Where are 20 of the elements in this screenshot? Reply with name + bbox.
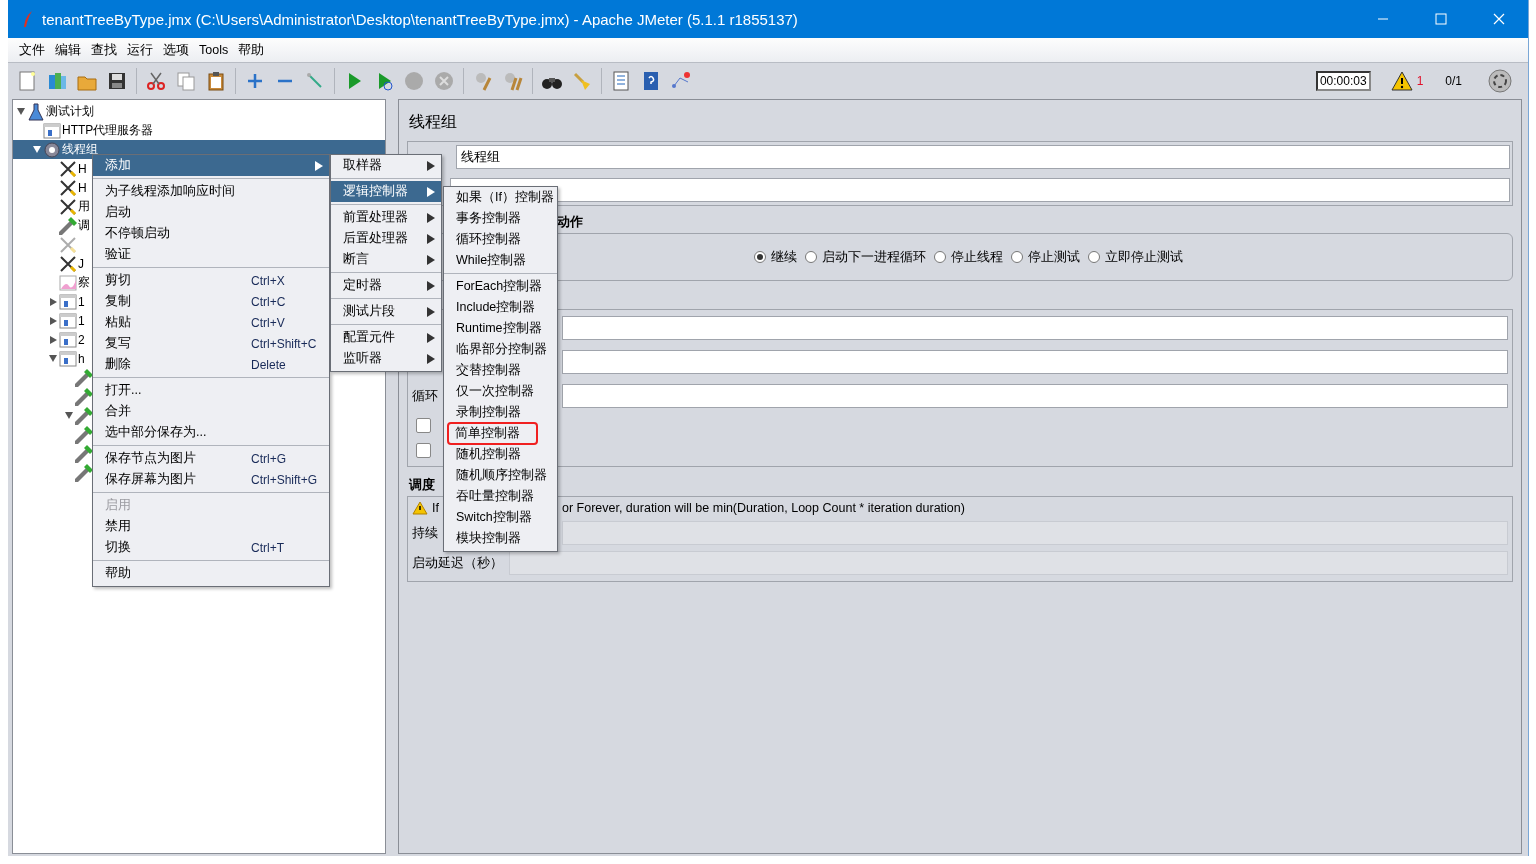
elapsed-time: 00:00:03 <box>1315 71 1371 91</box>
section-heading: 调度 <box>409 477 435 494</box>
warning-text: or Forever, duration will be min(Duration, Loop Count * iteration duration) <box>561 501 965 515</box>
section-heading: 动作 <box>557 214 583 231</box>
shortcut-label: Ctrl+Shift+G <box>251 472 318 487</box>
field-label: 持续 <box>412 524 439 542</box>
panel-title: 线程组 <box>408 112 458 132</box>
shortcut-label: Ctrl+C <box>251 294 286 309</box>
shortcut-label: Ctrl+T <box>251 540 284 555</box>
field-label: 启动延迟（秒） <box>412 554 503 572</box>
field-label: 循环 <box>412 387 439 405</box>
shortcut-label: Ctrl+V <box>251 315 285 330</box>
shortcut-label: Delete <box>251 357 286 372</box>
window-title: tenantTreeByType.jmx (C:\Users\Administrator\Desktop\tenantTreeByType.jmx) - Apache JMeter (5.1.1 r1855137) <box>42 10 798 28</box>
shortcut-label: Ctrl+X <box>251 273 285 288</box>
warning-count: 1 <box>1416 74 1424 88</box>
warning-text: If <box>432 501 439 515</box>
shortcut-label: Ctrl+Shift+C <box>251 336 317 351</box>
thread-count: 0/1 <box>1445 74 1462 88</box>
shortcut-label: Ctrl+G <box>251 451 286 466</box>
